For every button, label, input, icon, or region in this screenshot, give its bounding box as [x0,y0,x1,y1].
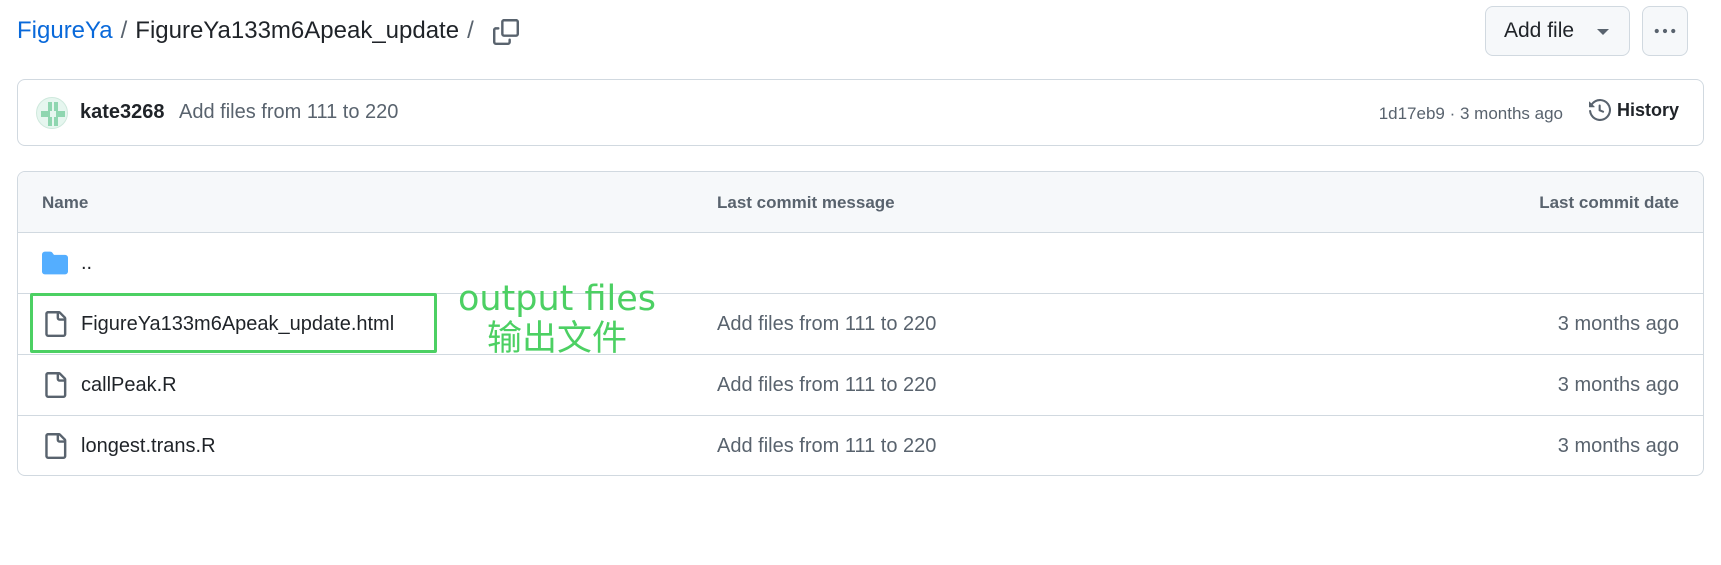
folder-icon [42,251,68,275]
breadcrumb-separator: / [120,17,128,44]
file-commit-message-link[interactable]: Add files from 111 to 220 [717,313,936,336]
file-commit-date: 3 months ago [1557,435,1679,457]
add-file-button[interactable]: Add file [1485,6,1630,56]
highlight-box [30,293,437,353]
identicon-icon [41,102,65,126]
breadcrumb-separator: / [467,17,474,44]
copy-icon [493,19,519,45]
table-row[interactable]: callPeak.R Add files from 111 to 220 3 m… [18,355,1703,416]
column-header-name: Name [42,193,89,212]
commit-sha-and-time[interactable]: 1d17eb9 · 3 months ago [1379,104,1563,124]
history-icon [1588,99,1611,121]
column-header-last-commit-message: Last commit message [717,193,895,212]
commit-author-link[interactable]: kate3268 [80,101,165,124]
annotation-line-chinese: 输出文件 [486,319,627,359]
table-header: Name Last commit message Last commit dat… [18,172,1703,233]
history-button[interactable]: History [1588,99,1679,121]
file-commit-message-link[interactable]: Add files from 111 to 220 [717,435,936,458]
commit-message-link[interactable]: Add files from 111 to 220 [179,101,398,124]
file-name-link[interactable]: longest.trans.R [81,435,216,458]
file-commit-date: 3 months ago [1557,374,1679,396]
parent-folder-link[interactable]: .. [81,252,92,275]
repo-header: FigureYa / FigureYa133m6Apeak_update / A… [17,0,1704,66]
latest-commit-bar: kate3268 Add files from 111 to 220 1d17e… [17,79,1704,146]
breadcrumb-owner-link[interactable]: FigureYa [17,17,113,45]
file-name-link[interactable]: callPeak.R [81,374,177,397]
chevron-down-icon [1597,29,1609,35]
kebab-horizontal-icon [1654,28,1676,34]
add-file-label: Add file [1504,19,1575,42]
breadcrumb-current-folder: FigureYa133m6Apeak_update [135,17,460,44]
more-options-button[interactable] [1642,6,1688,56]
file-icon [45,433,67,459]
copy-path-button[interactable] [487,14,525,50]
file-icon [45,372,67,398]
column-header-last-commit-date: Last commit date [1539,193,1679,212]
history-label: History [1616,99,1679,120]
file-commit-date: 3 months ago [1557,313,1679,335]
annotation-text: output files 输出文件 [452,279,662,359]
table-row-parent-folder[interactable]: .. [18,233,1703,294]
breadcrumb: FigureYa / FigureYa133m6Apeak_update / [17,17,482,45]
avatar[interactable] [36,97,68,129]
annotation-line-english: output files [457,279,657,319]
table-row[interactable]: longest.trans.R Add files from 111 to 22… [18,416,1703,475]
file-commit-message-link[interactable]: Add files from 111 to 220 [717,374,936,397]
